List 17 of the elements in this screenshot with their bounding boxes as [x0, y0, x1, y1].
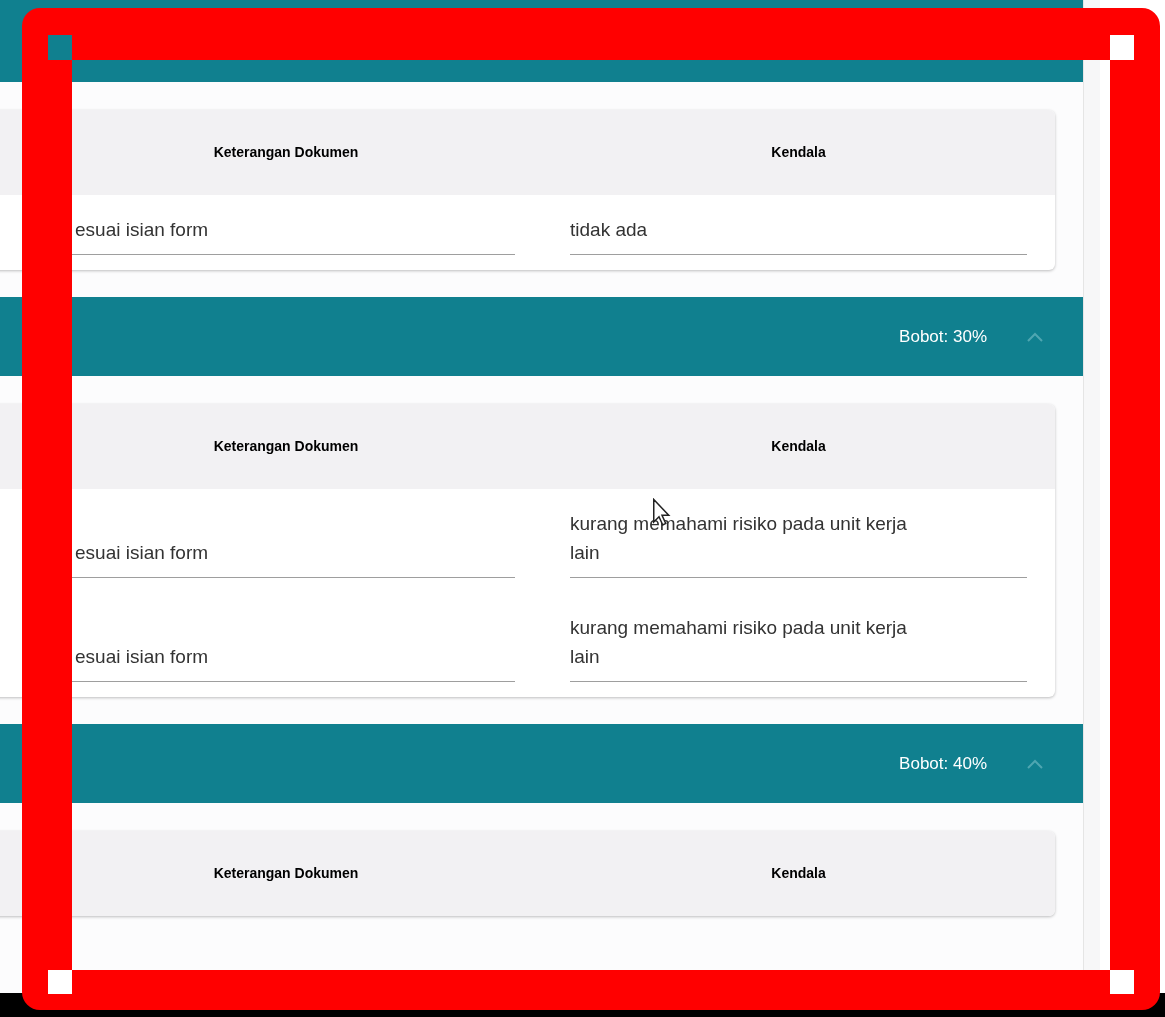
- column-header: Kendala: [770, 143, 827, 162]
- text-field[interactable]: esuai isian form: [57, 538, 515, 578]
- chevron-up-icon[interactable]: [1025, 330, 1045, 343]
- column-header: Keterangan Dokumen: [212, 143, 360, 162]
- column-header: Keterangan Dokumen: [212, 437, 360, 456]
- weight-label: Bobot: 30%: [899, 325, 987, 348]
- chevron-up-icon[interactable]: [1025, 757, 1045, 770]
- section-header[interactable]: Bobot: 40%: [0, 724, 1083, 803]
- text-field[interactable]: esuai isian form: [57, 642, 515, 682]
- text-field[interactable]: kurang memahami risiko pada unit kerja lain: [570, 613, 1027, 682]
- column-header: Keterangan Dokumen: [212, 864, 360, 883]
- text-field[interactable]: esuai isian form: [57, 215, 515, 255]
- text-field[interactable]: tidak ada: [570, 215, 1027, 255]
- column-header: Kendala: [770, 864, 827, 883]
- column-header: Kendala: [770, 437, 827, 456]
- weight-label: Bobot: 40%: [899, 752, 987, 775]
- section-header[interactable]: Bobot: 30%: [0, 297, 1083, 376]
